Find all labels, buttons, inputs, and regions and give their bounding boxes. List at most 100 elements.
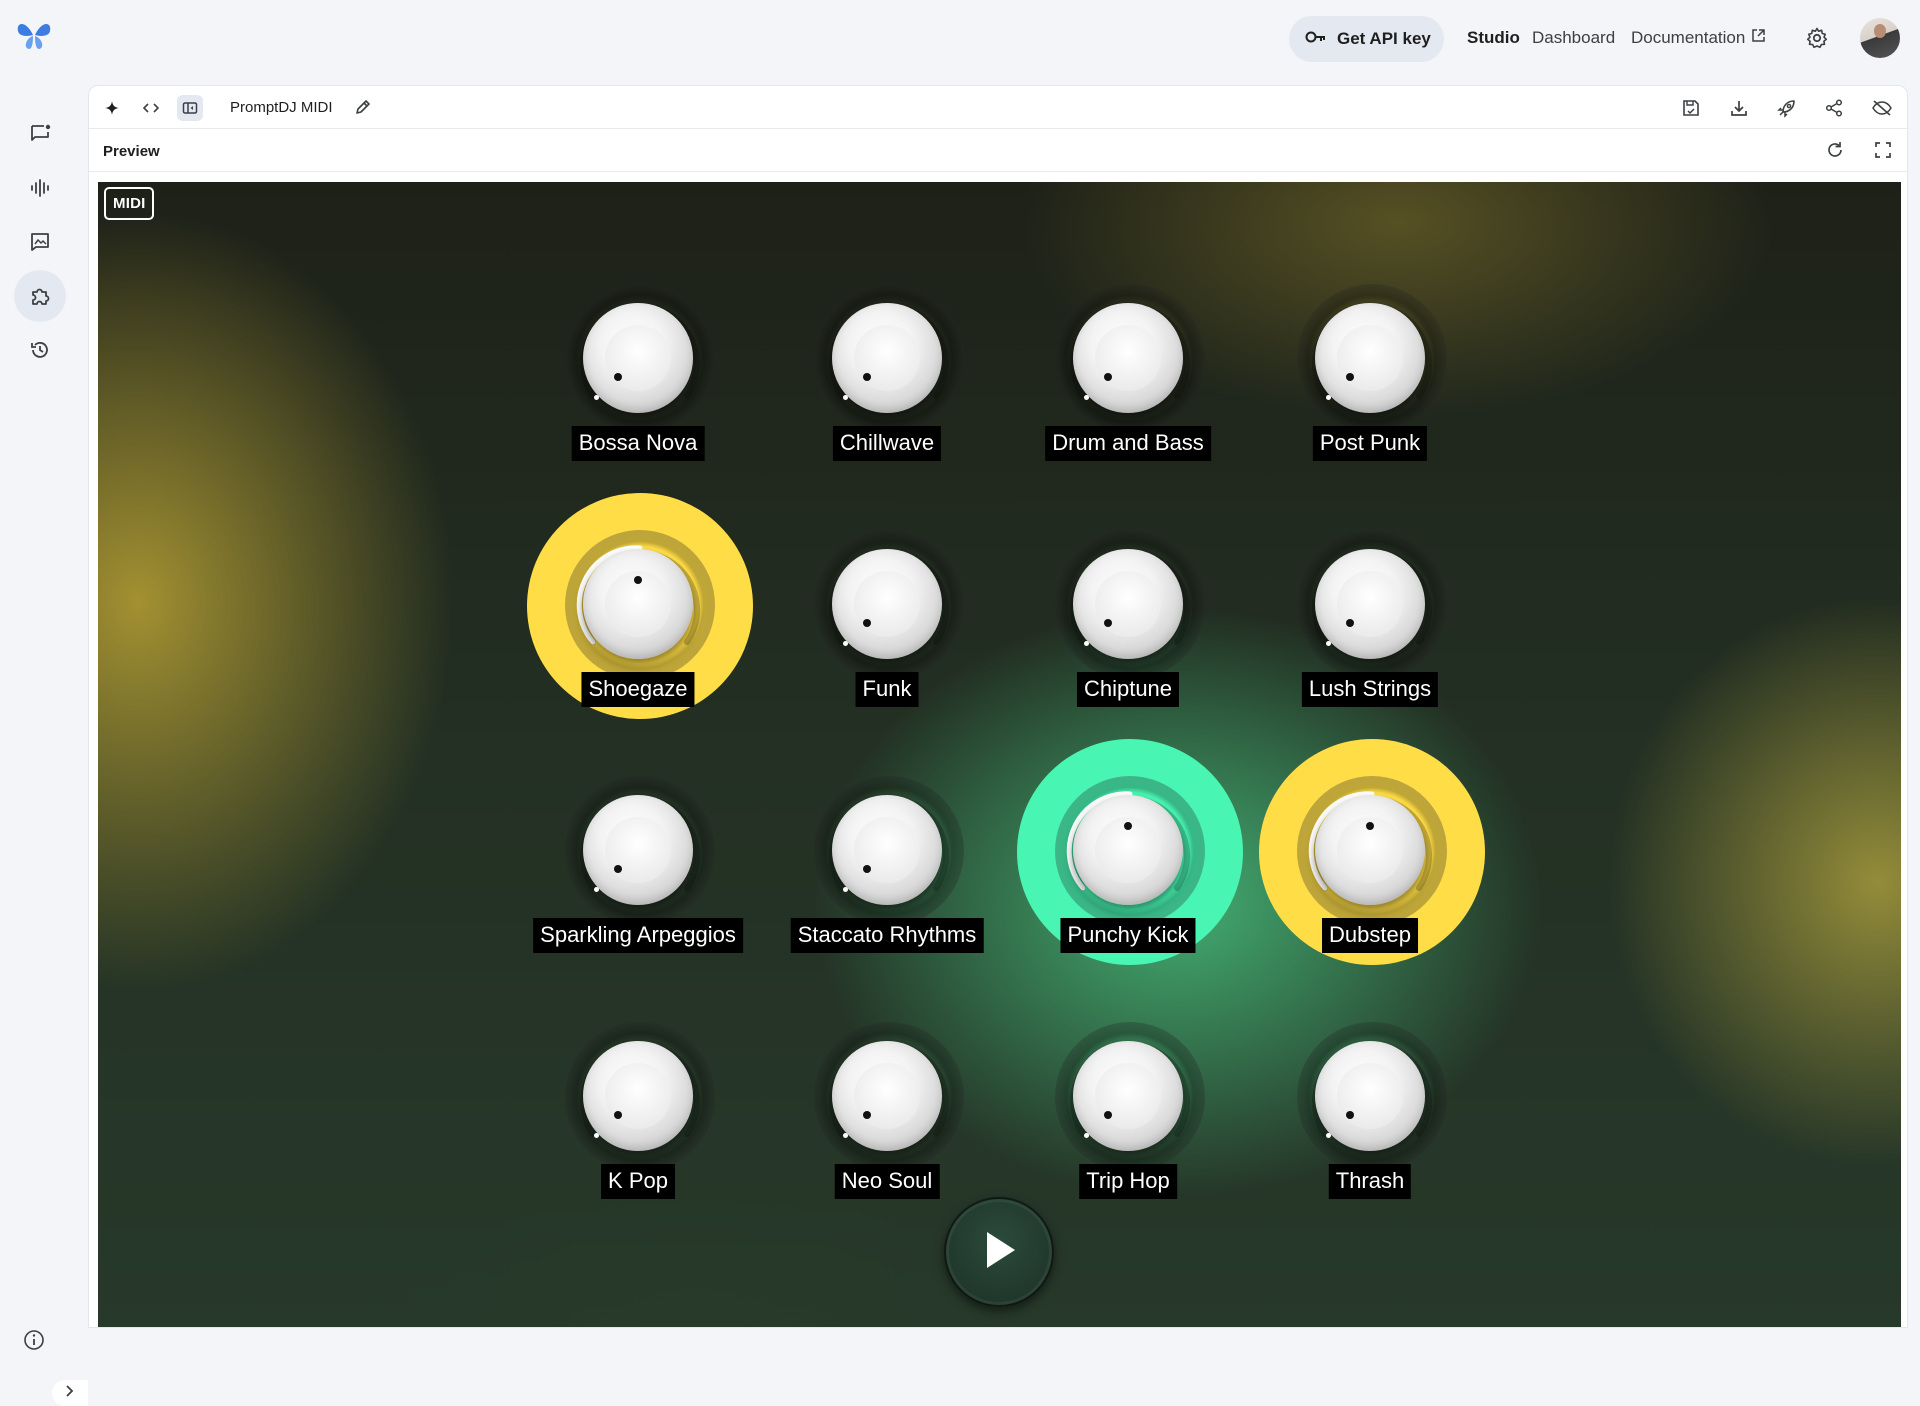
knob-indicator-dot: [1104, 619, 1112, 627]
fullscreen-icon[interactable]: [1871, 138, 1895, 162]
knob-min-marker: [1326, 641, 1331, 646]
knob-chiptune[interactable]: Chiptune: [1008, 515, 1248, 715]
knob-label[interactable]: Drum and Bass: [1045, 426, 1211, 461]
apps-puzzle-icon[interactable]: [14, 270, 66, 322]
knob-cap[interactable]: [583, 549, 693, 659]
knob-min-marker: [594, 887, 599, 892]
avatar[interactable]: [1860, 18, 1900, 58]
knob-cap[interactable]: [583, 795, 693, 905]
midi-toggle-button[interactable]: MIDI: [104, 187, 155, 220]
knob-drum-and-bass[interactable]: Drum and Bass: [1008, 269, 1248, 469]
knob-cap[interactable]: [1073, 303, 1183, 413]
knob-punchy-kick[interactable]: Punchy Kick: [1008, 739, 1248, 965]
knob-indicator-dot: [1346, 1111, 1354, 1119]
knob-label[interactable]: Sparkling Arpeggios: [533, 918, 743, 953]
expand-sidebar-button[interactable]: [52, 1380, 88, 1406]
knob-funk[interactable]: Funk: [767, 515, 1007, 715]
knob-cap[interactable]: [832, 795, 942, 905]
knob-min-marker: [843, 887, 848, 892]
knob-label[interactable]: Staccato Rhythms: [790, 918, 984, 953]
app-panel: PromptDJ MIDI Preview MIDI Bossa Nova Ch…: [88, 85, 1908, 1328]
share-icon[interactable]: [1822, 96, 1846, 120]
knob-cap[interactable]: [832, 1041, 942, 1151]
logo-icon[interactable]: [14, 18, 54, 52]
get-api-key-label: Get API key: [1337, 29, 1431, 48]
history-icon[interactable]: [14, 324, 66, 376]
key-icon: [1305, 29, 1327, 49]
chevron-right-icon: [64, 1384, 76, 1403]
knob-label[interactable]: Lush Strings: [1301, 672, 1439, 707]
preview-toggle-icon[interactable]: [177, 95, 203, 121]
knob-lush-strings[interactable]: Lush Strings: [1250, 515, 1490, 715]
knob-chillwave[interactable]: Chillwave: [767, 269, 1007, 469]
play-icon: [977, 1226, 1021, 1279]
knob-cap[interactable]: [832, 303, 942, 413]
knob-thrash[interactable]: Thrash: [1250, 1007, 1490, 1207]
image-chat-icon[interactable]: [14, 216, 66, 268]
gear-icon[interactable]: [1805, 26, 1829, 50]
knob-label[interactable]: Trip Hop: [1079, 1164, 1177, 1199]
knob-label[interactable]: Chillwave: [832, 426, 942, 461]
save-icon[interactable]: [1679, 96, 1703, 120]
knob-min-marker: [843, 641, 848, 646]
audio-waveform-icon[interactable]: [14, 162, 66, 214]
knob-sparkling-arpeggios[interactable]: Sparkling Arpeggios: [518, 761, 758, 961]
rocket-deploy-icon[interactable]: [1775, 96, 1799, 120]
knob-k-pop[interactable]: K Pop: [518, 1007, 758, 1207]
play-button[interactable]: [944, 1197, 1054, 1307]
knob-neo-soul[interactable]: Neo Soul: [767, 1007, 1007, 1207]
app-toolbar: PromptDJ MIDI: [89, 86, 1907, 129]
knob-label[interactable]: Thrash: [1328, 1164, 1412, 1199]
nav-documentation-link[interactable]: Documentation: [1631, 28, 1766, 48]
knob-cap[interactable]: [1315, 1041, 1425, 1151]
info-icon[interactable]: [22, 1328, 46, 1352]
knob-bossa-nova[interactable]: Bossa Nova: [518, 269, 758, 469]
knob-indicator-dot: [614, 865, 622, 873]
knob-cap[interactable]: [1073, 795, 1183, 905]
knob-label[interactable]: Post Punk: [1312, 426, 1428, 461]
knob-post-punk[interactable]: Post Punk: [1250, 269, 1490, 469]
nav-documentation-label: Documentation: [1631, 28, 1746, 47]
nav-studio-link[interactable]: Studio: [1467, 28, 1520, 48]
knob-cap[interactable]: [1315, 549, 1425, 659]
knob-min-marker: [1326, 395, 1331, 400]
sparkle-icon[interactable]: [99, 95, 125, 121]
knob-label[interactable]: Chiptune: [1076, 672, 1180, 707]
knob-label[interactable]: Neo Soul: [834, 1164, 940, 1199]
preview-bar: Preview: [89, 129, 1907, 172]
knob-dubstep[interactable]: Dubstep: [1250, 739, 1490, 965]
knob-staccato-rhythms[interactable]: Staccato Rhythms: [767, 761, 1007, 961]
knob-cap[interactable]: [583, 303, 693, 413]
knob-label[interactable]: Dubstep: [1322, 918, 1418, 953]
knob-label[interactable]: Shoegaze: [581, 672, 695, 707]
nav-dashboard-link[interactable]: Dashboard: [1532, 28, 1615, 48]
knob-indicator-dot: [863, 1111, 871, 1119]
knob-label[interactable]: Bossa Nova: [571, 426, 705, 461]
download-icon[interactable]: [1727, 96, 1751, 120]
left-sidebar: [0, 78, 88, 1406]
pencil-icon[interactable]: [353, 97, 373, 117]
knob-cap[interactable]: [1315, 795, 1425, 905]
knob-cap[interactable]: [1073, 549, 1183, 659]
knob-indicator-dot: [1104, 1111, 1112, 1119]
knob-indicator-dot: [634, 576, 642, 584]
knob-indicator-dot: [1366, 822, 1374, 830]
knob-shoegaze[interactable]: Shoegaze: [518, 493, 758, 719]
knob-cap[interactable]: [832, 549, 942, 659]
knob-trip-hop[interactable]: Trip Hop: [1008, 1007, 1248, 1207]
knob-cap[interactable]: [1073, 1041, 1183, 1151]
knob-indicator-dot: [1124, 822, 1132, 830]
knob-label[interactable]: Punchy Kick: [1060, 918, 1196, 953]
knob-min-marker: [594, 1133, 599, 1138]
knob-label[interactable]: Funk: [855, 672, 919, 707]
knob-min-marker: [1084, 395, 1089, 400]
hide-eye-icon[interactable]: [1870, 96, 1894, 120]
chat-icon[interactable]: [14, 108, 66, 160]
get-api-key-button[interactable]: Get API key: [1289, 16, 1444, 62]
knob-cap[interactable]: [583, 1041, 693, 1151]
knob-label[interactable]: K Pop: [601, 1164, 675, 1199]
code-icon[interactable]: [138, 95, 164, 121]
knob-cap[interactable]: [1315, 303, 1425, 413]
refresh-icon[interactable]: [1823, 138, 1847, 162]
external-link-icon: [1751, 28, 1766, 48]
